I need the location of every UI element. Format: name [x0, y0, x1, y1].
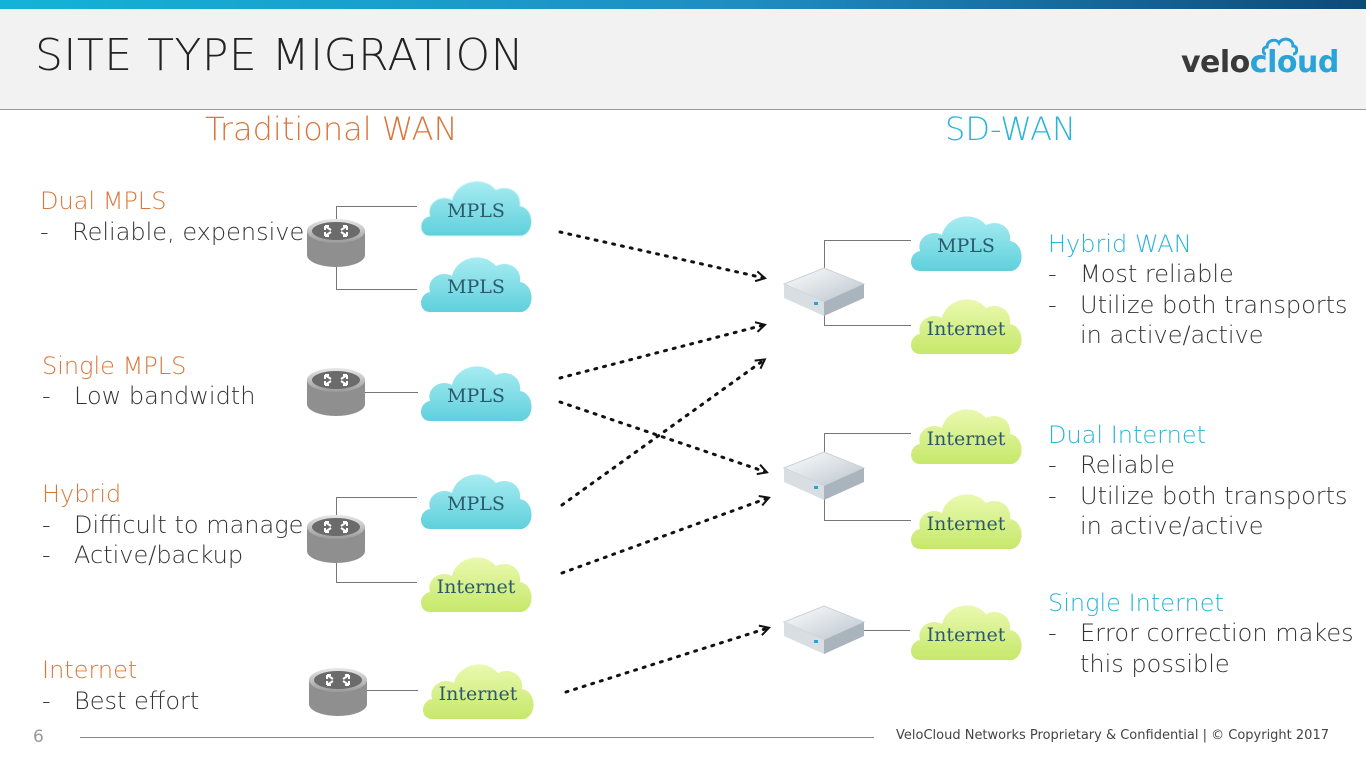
internet-cloud: Internet — [418, 655, 538, 725]
bullet-continuation: in active/active — [1080, 512, 1264, 540]
mpls-cloud: MPLS — [416, 465, 536, 535]
edge-appliance-icon — [782, 267, 866, 316]
logo-cloud-icon — [1262, 37, 1298, 56]
site-label-single-internet: Single Internet — [1048, 589, 1224, 617]
router-icon — [309, 668, 367, 716]
site-label-internet: Internet — [42, 656, 138, 684]
bullet: - Error correction makes — [1048, 619, 1354, 647]
internet-cloud: Internet — [906, 290, 1026, 360]
router-icon — [307, 219, 365, 267]
mpls-cloud: MPLS — [416, 248, 536, 318]
migration-arrow-hybrid-to-hybrid-wan — [560, 360, 764, 507]
page-title: SITE TYPE MIGRATION — [35, 30, 525, 81]
router-icon — [307, 368, 365, 416]
internet-cloud: Internet — [906, 485, 1026, 555]
bullet: - Utilize both transports — [1048, 291, 1348, 319]
logo-velo-text: velo — [1181, 45, 1250, 80]
bullet: - Low bandwidth — [42, 382, 256, 410]
mpls-cloud: MPLS — [906, 207, 1026, 277]
velocloud-logo: velo cloud — [1181, 45, 1339, 80]
router-icon — [307, 515, 365, 563]
bullet: - Reliable, expensive — [40, 218, 305, 246]
bullet: - Reliable — [1048, 451, 1176, 479]
internet-cloud: Internet — [906, 596, 1026, 666]
site-label-dual-internet: Dual Internet — [1048, 421, 1206, 449]
migration-arrow-hybrid-to-dual-internet — [560, 498, 768, 575]
bullet: - Active/backup — [42, 541, 244, 569]
bullet-continuation: this possible — [1080, 650, 1230, 678]
top-accent-bar — [0, 0, 1366, 9]
migration-arrow-internet-to-single-internet — [564, 628, 768, 694]
site-label-dual-mpls: Dual MPLS — [40, 187, 167, 215]
bullet: - Difficult to manage — [42, 511, 304, 539]
edge-appliance-icon — [782, 451, 866, 500]
site-label-hybrid: Hybrid — [42, 480, 122, 508]
edge-appliance-icon — [782, 605, 866, 654]
internet-cloud: Internet — [416, 548, 536, 618]
bullet: - Most reliable — [1048, 260, 1234, 288]
footer-divider — [80, 737, 874, 738]
connector-line — [360, 392, 418, 393]
migration-arrow-dual-mpls-to-hybrid-wan — [558, 230, 764, 278]
bullet: - Utilize both transports — [1048, 482, 1348, 510]
mpls-cloud: MPLS — [416, 357, 536, 427]
traditional-wan-heading: Traditional WAN — [205, 110, 458, 148]
bullet-continuation: in active/active — [1080, 321, 1264, 349]
page-number: 6 — [33, 727, 44, 747]
footer-copyright: VeloCloud Networks Proprietary & Confide… — [896, 728, 1329, 743]
sdwan-heading: SD-WAN — [945, 110, 1076, 148]
site-label-single-mpls: Single MPLS — [42, 352, 187, 380]
site-label-hybrid-wan: Hybrid WAN — [1048, 230, 1192, 258]
mpls-cloud: MPLS — [416, 172, 536, 242]
migration-arrow-single-mpls-to-hybrid-wan — [558, 325, 764, 380]
internet-cloud: Internet — [906, 400, 1026, 470]
migration-arrow-single-mpls-to-dual-internet — [558, 400, 766, 472]
bullet: - Best effort — [42, 687, 200, 715]
